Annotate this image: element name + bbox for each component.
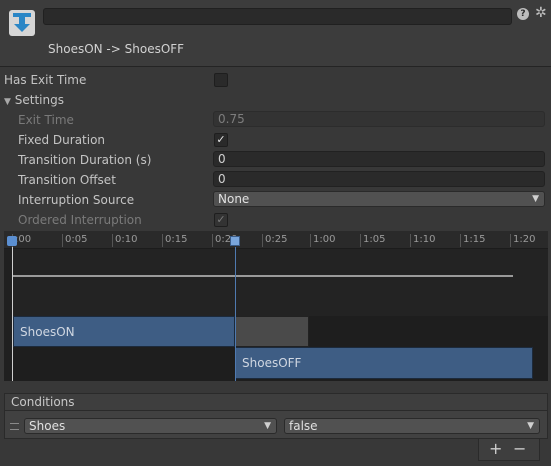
has-exit-time-label: Has Exit Time xyxy=(4,73,87,87)
timeline-tick-mark xyxy=(262,234,263,247)
ordered-interruption-checkbox: ✓ xyxy=(214,213,228,227)
settings-foldout[interactable]: ▼ Settings xyxy=(4,92,64,110)
timeline-tick-label: 0:25 xyxy=(265,234,288,245)
gear-icon[interactable]: ✲ xyxy=(535,5,547,21)
timeline-tick-mark xyxy=(62,234,63,247)
condition-value-dropdown[interactable]: false ▼ xyxy=(284,418,540,434)
transition-duration-label: Transition Duration (s) xyxy=(18,153,152,167)
condition-parameter-dropdown[interactable]: Shoes ▼ xyxy=(24,418,277,434)
timeline-tick-mark xyxy=(162,234,163,247)
interruption-source-dropdown[interactable]: None ▼ xyxy=(213,191,545,207)
destination-clip-label: ShoesOFF xyxy=(242,356,302,370)
transition-offset-field[interactable]: 0 xyxy=(213,171,545,187)
transition-icon xyxy=(9,10,35,36)
timeline-tick-label: 1:15 xyxy=(463,234,486,245)
timeline-tick-mark xyxy=(510,234,511,247)
remove-condition-button[interactable]: − xyxy=(513,440,526,458)
timeline-tick-label: 1:10 xyxy=(413,234,436,245)
playhead-marker[interactable] xyxy=(7,236,17,246)
interruption-source-value: None xyxy=(218,192,250,206)
timeline-tick-label: 0:15 xyxy=(165,234,188,245)
source-clip-bar[interactable]: ShoesON xyxy=(13,316,235,347)
timeline-tick-label: 0:05 xyxy=(65,234,88,245)
interruption-source-label: Interruption Source xyxy=(18,193,135,207)
help-icon[interactable]: ? xyxy=(517,8,529,20)
fixed-duration-checkbox[interactable]: ✓ xyxy=(214,133,228,147)
transition-offset-label: Transition Offset xyxy=(18,173,116,187)
ordered-interruption-label: Ordered Interruption xyxy=(18,213,142,227)
source-clip-label: ShoesON xyxy=(20,325,75,339)
exit-time-label: Exit Time xyxy=(18,113,74,127)
timeline-tick-mark xyxy=(460,234,461,247)
conditions-header: Conditions xyxy=(4,393,548,411)
conditions-footer xyxy=(478,439,540,461)
add-condition-button[interactable]: + xyxy=(489,440,502,458)
timeline-tick-label: 1:00 xyxy=(313,234,336,245)
timeline-tick-mark xyxy=(212,234,213,247)
timeline-tick-label: 1:20 xyxy=(513,234,536,245)
source-clip-tail xyxy=(235,316,309,347)
chevron-down-icon: ▼ xyxy=(264,421,271,431)
timeline-tick-mark xyxy=(360,234,361,247)
timeline-tick-mark xyxy=(112,234,113,247)
timeline-tick-label: 0:10 xyxy=(115,234,138,245)
exit-time-marker[interactable] xyxy=(230,236,240,246)
conditions-title: Conditions xyxy=(11,395,75,409)
transition-title: ShoesON -> ShoesOFF xyxy=(48,42,185,56)
fixed-duration-label: Fixed Duration xyxy=(18,133,106,147)
foldout-arrow-icon: ▼ xyxy=(4,97,11,107)
timeline-tick-mark xyxy=(310,234,311,247)
has-exit-time-checkbox[interactable] xyxy=(214,73,228,87)
playhead-line xyxy=(12,247,13,381)
transition-duration-field[interactable]: 0 xyxy=(213,151,545,167)
transition-name-field[interactable] xyxy=(43,8,512,25)
timeline-curve-line xyxy=(12,275,513,277)
exit-time-field: 0.75 xyxy=(213,111,545,127)
timeline-tick-mark xyxy=(410,234,411,247)
exit-time-line xyxy=(235,247,236,381)
chevron-down-icon: ▼ xyxy=(532,194,539,204)
transition-timeline[interactable]: :00 0:05 0:10 0:15 0:20 0:25 1:00 1:05 1:10 1:15 1… xyxy=(4,231,548,381)
condition-value-value: false xyxy=(289,419,318,433)
destination-clip-bar[interactable]: ShoesOFF xyxy=(235,347,533,379)
chevron-down-icon: ▼ xyxy=(527,421,534,431)
condition-parameter-value: Shoes xyxy=(29,419,66,433)
settings-label: Settings xyxy=(14,93,64,107)
timeline-tick-label: 1:05 xyxy=(363,234,386,245)
drag-handle-icon[interactable] xyxy=(10,423,19,430)
timeline-tick-label: :00 xyxy=(15,234,32,245)
